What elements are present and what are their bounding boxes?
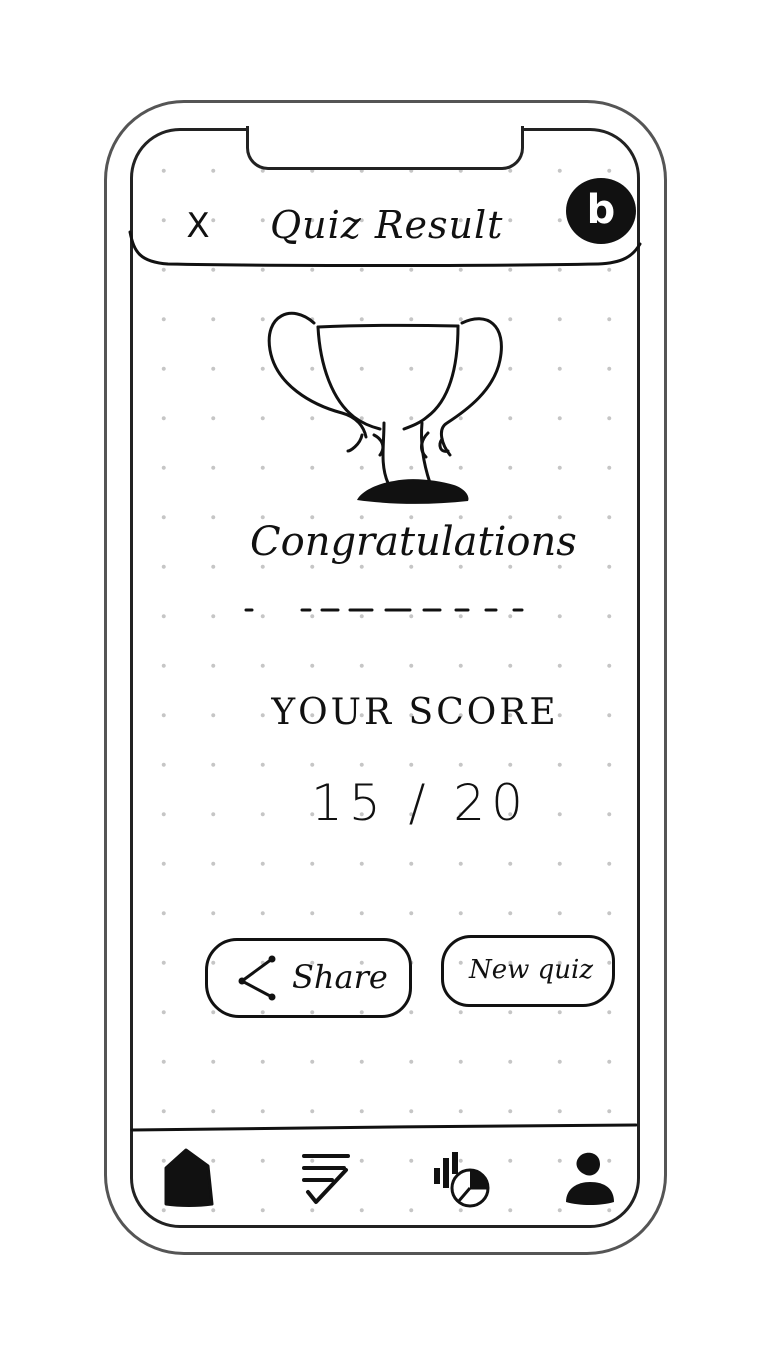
user-avatar[interactable]: b	[566, 178, 636, 244]
new-quiz-button-label: New quiz	[468, 955, 594, 985]
dashed-divider	[244, 608, 524, 612]
page-title: Quiz Result	[270, 203, 504, 247]
tab-home[interactable]	[160, 1146, 220, 1212]
app-root: X Quiz Result b Congratulations YOUR SCO…	[0, 0, 770, 1358]
phone-screen	[130, 128, 640, 1228]
quiz-list-icon	[302, 1154, 350, 1204]
close-button[interactable]: X	[180, 204, 216, 248]
share-button-label: Share	[292, 958, 388, 996]
tab-quizzes[interactable]	[296, 1146, 356, 1212]
tab-bar-divider	[130, 1123, 638, 1132]
trophy-icon	[267, 311, 503, 504]
congratulations-heading: Congratulations	[250, 519, 577, 565]
profile-icon	[566, 1152, 614, 1205]
tab-stats[interactable]	[430, 1146, 490, 1212]
share-icon	[238, 955, 276, 1001]
stats-icon	[434, 1152, 490, 1208]
tab-profile[interactable]	[560, 1146, 620, 1212]
phone-notch	[246, 126, 524, 170]
score-label: YOUR SCORE	[271, 692, 559, 733]
share-button[interactable]: Share	[205, 938, 412, 1018]
score-value: 15 / 20	[311, 774, 529, 832]
home-icon	[164, 1148, 214, 1207]
new-quiz-button[interactable]: New quiz	[441, 935, 615, 1007]
